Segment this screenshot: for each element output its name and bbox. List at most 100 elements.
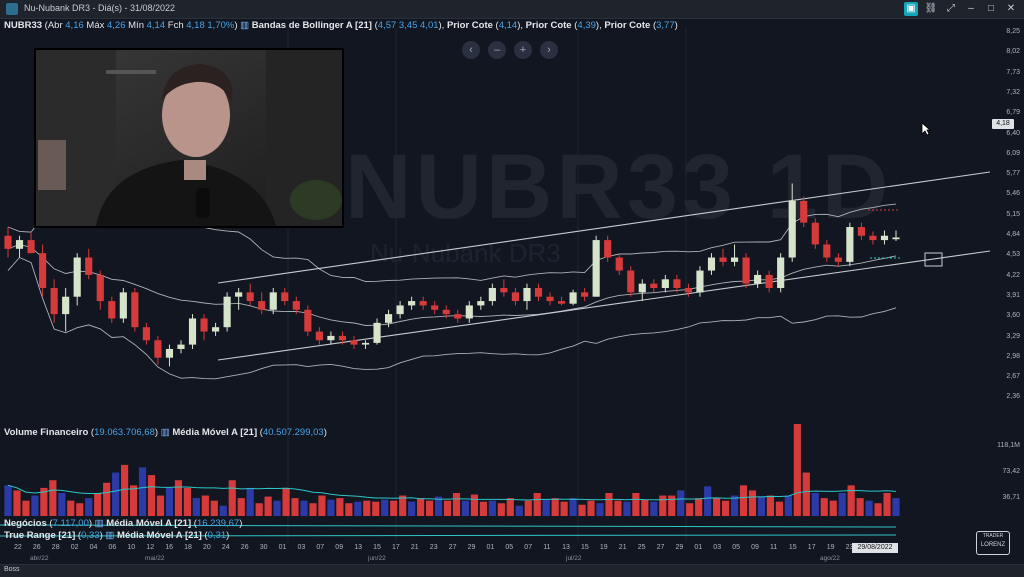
- volume-bar: [847, 485, 855, 516]
- price-tick-label: 3,60: [1006, 312, 1020, 320]
- volume-bar: [291, 498, 299, 516]
- webcam-overlay: [34, 48, 344, 228]
- price-tick-label: 2,67: [1006, 373, 1020, 381]
- app-icon: [6, 3, 18, 15]
- volume-bar: [461, 500, 470, 516]
- bollinger-bands: [7, 203, 897, 380]
- volume-bar: [255, 503, 263, 516]
- candle-body: [384, 314, 393, 323]
- volume-value: 19.063.706,68: [94, 427, 155, 438]
- price-tick-label: 3,29: [1006, 332, 1020, 340]
- time-axis[interactable]: 22 26 28 02 04 06 10 12 16 18 20 24 26 30 01 03 07 09 13 15…: [0, 542, 990, 566]
- price-tick-label: 6,79: [1006, 109, 1020, 117]
- volume-bar: [4, 485, 12, 516]
- volume-bar: [677, 490, 685, 516]
- candle-body: [454, 314, 462, 319]
- window-controls: ▣ ⛓ ⤢ – □ ✕: [904, 2, 1018, 16]
- bollinger-middle-band: [7, 244, 897, 326]
- volume-bar: [605, 493, 613, 516]
- last-price-badge: 4,18: [992, 119, 1014, 129]
- candle-body: [419, 301, 427, 306]
- candle-body: [269, 292, 277, 310]
- date-tick-label: 01: [486, 544, 495, 551]
- truerange-label[interactable]: True Range [21]: [4, 530, 75, 541]
- date-tick-label: 16: [165, 544, 173, 551]
- price-tick-label: 3,91: [1006, 291, 1020, 299]
- month-tick-label: abr/22: [30, 555, 49, 562]
- price-axis[interactable]: 8,25 8,02 7,73 7,32 6,79 6,40 6,09 5,77 5,46 5,15…: [988, 28, 1024, 568]
- negocios-ma-label[interactable]: Média Móvel A [21]: [106, 518, 191, 529]
- candle-body: [777, 257, 785, 288]
- maximize-icon[interactable]: □: [984, 2, 998, 16]
- negocios-label[interactable]: Negócios: [4, 518, 47, 529]
- candle-body: [373, 322, 381, 343]
- price-tick-label: 5,46: [1006, 190, 1020, 198]
- volume-bar: [31, 495, 39, 516]
- logo-text: LORENZ: [980, 542, 1006, 548]
- truerange-value: 0,33: [81, 530, 100, 541]
- volume-bar: [22, 500, 30, 516]
- candle-body: [212, 327, 220, 332]
- candle-body: [73, 257, 81, 297]
- volume-bar: [363, 500, 371, 516]
- date-tick-label: 09: [751, 544, 759, 551]
- date-tick-label: 28: [51, 544, 60, 551]
- volume-ma-value: 40.507.299,03: [262, 427, 324, 438]
- month-tick-label: jun/22: [368, 555, 386, 562]
- date-tick-label: 24: [221, 544, 230, 551]
- volume-label[interactable]: Volume Financeiro: [4, 427, 88, 438]
- candle-body: [431, 305, 439, 310]
- workspace-tab[interactable]: Boss: [4, 566, 20, 573]
- candle-body: [200, 318, 208, 332]
- ma-icon: ▥: [160, 427, 170, 438]
- link-icon[interactable]: ⛓: [924, 2, 938, 16]
- candle-body: [500, 288, 508, 293]
- date-tick-label: 30: [259, 544, 268, 551]
- volume-bar: [479, 501, 487, 516]
- date-tick-label: 04: [89, 544, 98, 551]
- truerange-ma-label[interactable]: Média Móvel A [21]: [117, 530, 202, 541]
- volume-bar: [103, 482, 111, 516]
- date-tick-label: 25: [637, 544, 646, 551]
- ma-icon: ▥: [105, 530, 115, 541]
- date-tick-label: 07: [316, 544, 325, 551]
- date-tick-label: 10: [127, 544, 136, 551]
- candle-body: [96, 274, 104, 302]
- date-tick-label: 13: [354, 544, 362, 551]
- volume-bar: [318, 495, 326, 516]
- price-tick-label: 4,53: [1006, 251, 1020, 259]
- volume-bar: [892, 498, 900, 516]
- date-tick-label: 03: [297, 544, 306, 551]
- volume-bar: [381, 499, 389, 516]
- price-tick-label: 6,40: [1006, 129, 1020, 137]
- date-tick-label: 29: [675, 544, 684, 551]
- candle-body: [869, 235, 877, 241]
- volume-bar: [13, 490, 21, 516]
- volume-bar: [425, 500, 434, 516]
- candle-body: [165, 348, 174, 358]
- volume-bar: [659, 495, 667, 516]
- mouse-cursor-icon: [921, 122, 931, 136]
- candle-body: [315, 331, 323, 341]
- price-tick-label: 4,22: [1006, 271, 1020, 279]
- expand-icon[interactable]: ⤢: [944, 2, 958, 16]
- candle-body: [569, 292, 577, 304]
- volume-ma-label[interactable]: Média Móvel A [21]: [172, 427, 257, 438]
- window-title: Nu-Nubank DR3 - Diá(s) - 31/08/2022: [24, 3, 176, 13]
- close-icon[interactable]: ✕: [1004, 2, 1018, 16]
- candle-body: [465, 305, 473, 319]
- candle-body: [534, 288, 543, 297]
- candle-body: [281, 292, 289, 302]
- volume-tick-label: 36,71: [1002, 494, 1020, 501]
- volume-bar: [273, 500, 281, 516]
- minimize-icon[interactable]: –: [964, 2, 978, 16]
- date-tick-label: 01: [278, 544, 287, 551]
- volume-tick-label: 118,1M: [997, 442, 1020, 449]
- candle-body: [85, 257, 93, 275]
- cursor-date-badge: 29/08/2022: [852, 543, 898, 553]
- candle-body: [131, 292, 139, 328]
- volume-bar: [515, 505, 523, 516]
- candle-body: [350, 340, 358, 345]
- volume-bar: [112, 472, 120, 516]
- chart-window-icon[interactable]: ▣: [904, 2, 918, 16]
